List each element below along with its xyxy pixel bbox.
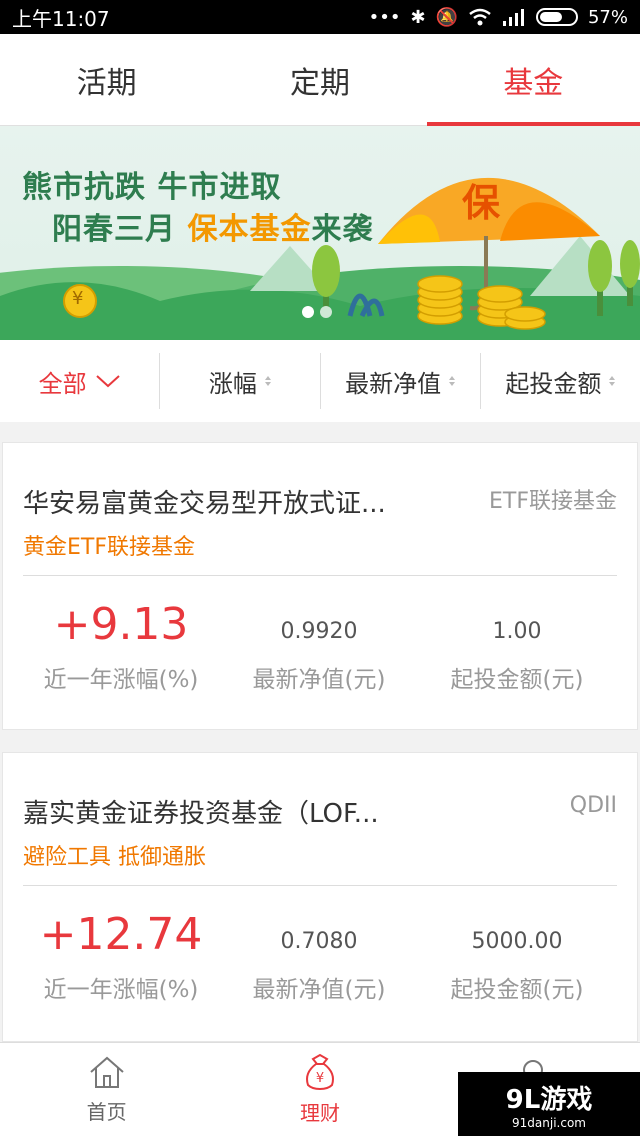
filter-min-amount-label: 起投金额 [505, 369, 602, 398]
metric-nav: 0.7080 最新净值(元) [219, 929, 419, 1004]
filter-nav-label: 最新净值 [345, 369, 442, 398]
fund-tag: 避险工具 抵御通胀 [23, 845, 206, 870]
filter-change-label: 涨幅 [208, 369, 257, 398]
banner-highlight: 保本基金 [187, 212, 312, 247]
wifi-icon [469, 8, 491, 26]
money-bag-icon: ¥ [305, 1053, 334, 1091]
divider [23, 885, 617, 886]
tab-fixed[interactable]: 定期 [213, 34, 426, 125]
yield-value: +12.74 [39, 909, 203, 960]
banner-subheadline: 阳春三月 保本基金来袭 [52, 204, 373, 248]
coin-symbol: ¥ [72, 288, 84, 309]
bluetooth-icon: ✱ [410, 6, 426, 28]
nav-label: 最新净值(元) [252, 977, 386, 1003]
battery-icon [535, 8, 578, 26]
more-icon: ••• [368, 6, 401, 28]
fund-type: ETF联接基金 [489, 489, 617, 514]
watermark-logo: 9L游戏 91danji.com [458, 1072, 640, 1136]
umbrella-label: 保 [462, 181, 501, 225]
promo-banner[interactable]: 熊市抗跌 牛市进取 阳春三月 保本基金来袭 保 ¥ [0, 126, 640, 340]
filter-nav[interactable]: 最新净值 [321, 353, 481, 409]
metric-min: 5000.00 起投金额(元) [417, 929, 617, 1004]
yield-label: 近一年涨幅(%) [43, 977, 199, 1003]
min-value: 5000.00 [471, 929, 563, 954]
fund-name: 嘉实黄金证券投资基金（LOF... [23, 799, 379, 829]
metric-min: 1.00 起投金额(元) [417, 619, 617, 694]
filter-all[interactable]: 全部 [0, 353, 161, 409]
tab-current[interactable]: 活期 [0, 34, 213, 125]
filter-min-amount[interactable]: 起投金额 [481, 353, 640, 409]
nav-finance-label: 理财 [299, 1101, 340, 1125]
watermark-title: 9L游戏 [505, 1084, 593, 1115]
mute-icon: 🔕 [435, 6, 458, 28]
metric-yield: +9.13 近一年涨幅(%) [21, 599, 221, 694]
fund-tag: 黄金ETF联接基金 [23, 535, 195, 560]
battery-level: 57% [587, 6, 628, 28]
nav-value: 0.7080 [280, 929, 358, 954]
min-label: 起投金额(元) [450, 667, 584, 693]
nav-home-label: 首页 [86, 1100, 127, 1124]
fund-card[interactable]: 华安易富黄金交易型开放式证... ETF联接基金 黄金ETF联接基金 +9.13… [2, 442, 638, 730]
status-bar: 上午11:07 ••• ✱ 🔕 57% [0, 0, 640, 34]
tab-fund[interactable]: 基金 [426, 34, 640, 126]
nav-value: 0.9920 [280, 619, 358, 644]
watermark-url: 91danji.com [512, 1115, 586, 1130]
banner-prefix: 阳春三月 [52, 212, 188, 247]
banner-suffix: 来袭 [311, 212, 374, 247]
sort-icon [264, 376, 271, 386]
status-time: 上午11:07 [12, 6, 110, 31]
yield-value: +9.13 [53, 599, 189, 650]
filter-all-label: 全部 [38, 369, 87, 398]
fund-card[interactable]: 嘉实黄金证券投资基金（LOF... QDII 避险工具 抵御通胀 +12.74 … [2, 752, 638, 1042]
signal-icon [502, 9, 524, 26]
metric-yield: +12.74 近一年涨幅(%) [21, 909, 221, 1004]
sort-icon [449, 376, 456, 386]
banner-headline: 熊市抗跌 牛市进取 [22, 170, 282, 205]
sort-icon [609, 376, 616, 386]
nav-finance[interactable]: ¥ 理财 [213, 1043, 426, 1136]
fund-type: QDII [569, 793, 617, 818]
min-value: 1.00 [492, 619, 542, 644]
metric-nav: 0.9920 最新净值(元) [219, 619, 419, 694]
home-icon [89, 1056, 124, 1088]
filter-change[interactable]: 涨幅 [160, 353, 321, 409]
top-tabs: 活期 定期 基金 [0, 34, 640, 126]
chevron-down-icon [95, 375, 120, 388]
yield-label: 近一年涨幅(%) [43, 667, 199, 693]
min-label: 起投金额(元) [450, 977, 584, 1003]
fund-name: 华安易富黄金交易型开放式证... [23, 489, 386, 519]
nav-label: 最新净值(元) [252, 667, 386, 693]
status-icons: ••• ✱ 🔕 57% [369, 7, 628, 28]
svg-text:¥: ¥ [316, 1071, 324, 1086]
divider [23, 575, 617, 576]
filter-bar: 全部 涨幅 最新净值 起投金额 [0, 340, 640, 422]
nav-home[interactable]: 首页 [0, 1043, 213, 1136]
